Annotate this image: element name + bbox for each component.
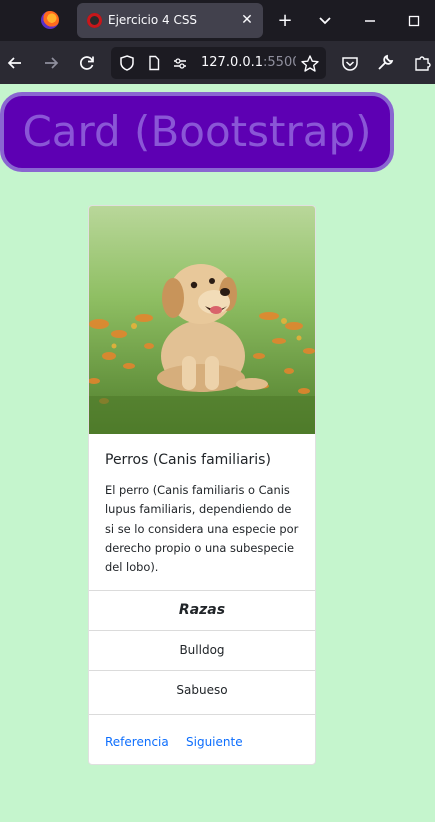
browser-tab-bar: Ejercicio 4 CSS ✕ +: [0, 0, 435, 41]
forward-arrow-icon[interactable]: [38, 50, 64, 76]
browser-nav-bar: 127.0.0.1:5500: [0, 41, 435, 84]
url-text[interactable]: 127.0.0.1:5500: [201, 55, 296, 71]
minimize-icon[interactable]: [357, 8, 383, 34]
extensions-icon[interactable]: [409, 50, 435, 76]
card-footer: Referencia Siguiente: [89, 714, 315, 764]
card-title: Perros (Canis familiaris): [105, 452, 271, 468]
tab-favicon-icon: [87, 13, 102, 28]
wrench-icon[interactable]: [372, 50, 398, 76]
browser-tab[interactable]: Ejercicio 4 CSS ✕: [77, 3, 263, 38]
maximize-icon[interactable]: [401, 8, 427, 34]
card-list: Razas Bulldog Sabueso: [89, 590, 315, 710]
permissions-icon[interactable]: [171, 54, 189, 72]
card-image-puppy: [89, 206, 315, 434]
page-icon[interactable]: [145, 54, 163, 72]
new-tab-icon[interactable]: +: [272, 8, 298, 34]
tab-title: Ejercicio 4 CSS: [108, 13, 198, 27]
list-item-razas: Razas: [89, 590, 315, 630]
url-host: 127.0.0.1: [201, 55, 264, 70]
pocket-icon[interactable]: [337, 50, 363, 76]
list-item-bulldog: Bulldog: [89, 630, 315, 670]
reload-icon[interactable]: [74, 50, 100, 76]
link-referencia[interactable]: Referencia: [105, 734, 169, 750]
list-item-sabueso: Sabueso: [89, 670, 315, 710]
tab-list-chevron-icon[interactable]: [312, 8, 338, 34]
card-text: El perro (Canis familiaris o Canis lupus…: [105, 483, 299, 575]
url-bar[interactable]: 127.0.0.1:5500: [111, 47, 326, 79]
bookmark-star-icon[interactable]: [299, 53, 321, 75]
shield-icon[interactable]: [118, 54, 136, 72]
card: Perros (Canis familiaris) El perro (Cani…: [88, 205, 316, 765]
page-title: Card (Bootstrap): [0, 92, 394, 172]
tab-close-icon[interactable]: ✕: [237, 9, 257, 31]
back-arrow-icon[interactable]: [2, 50, 28, 76]
link-siguiente[interactable]: Siguiente: [186, 734, 243, 750]
firefox-logo-icon[interactable]: [41, 11, 59, 29]
url-port: :5500: [263, 55, 296, 70]
